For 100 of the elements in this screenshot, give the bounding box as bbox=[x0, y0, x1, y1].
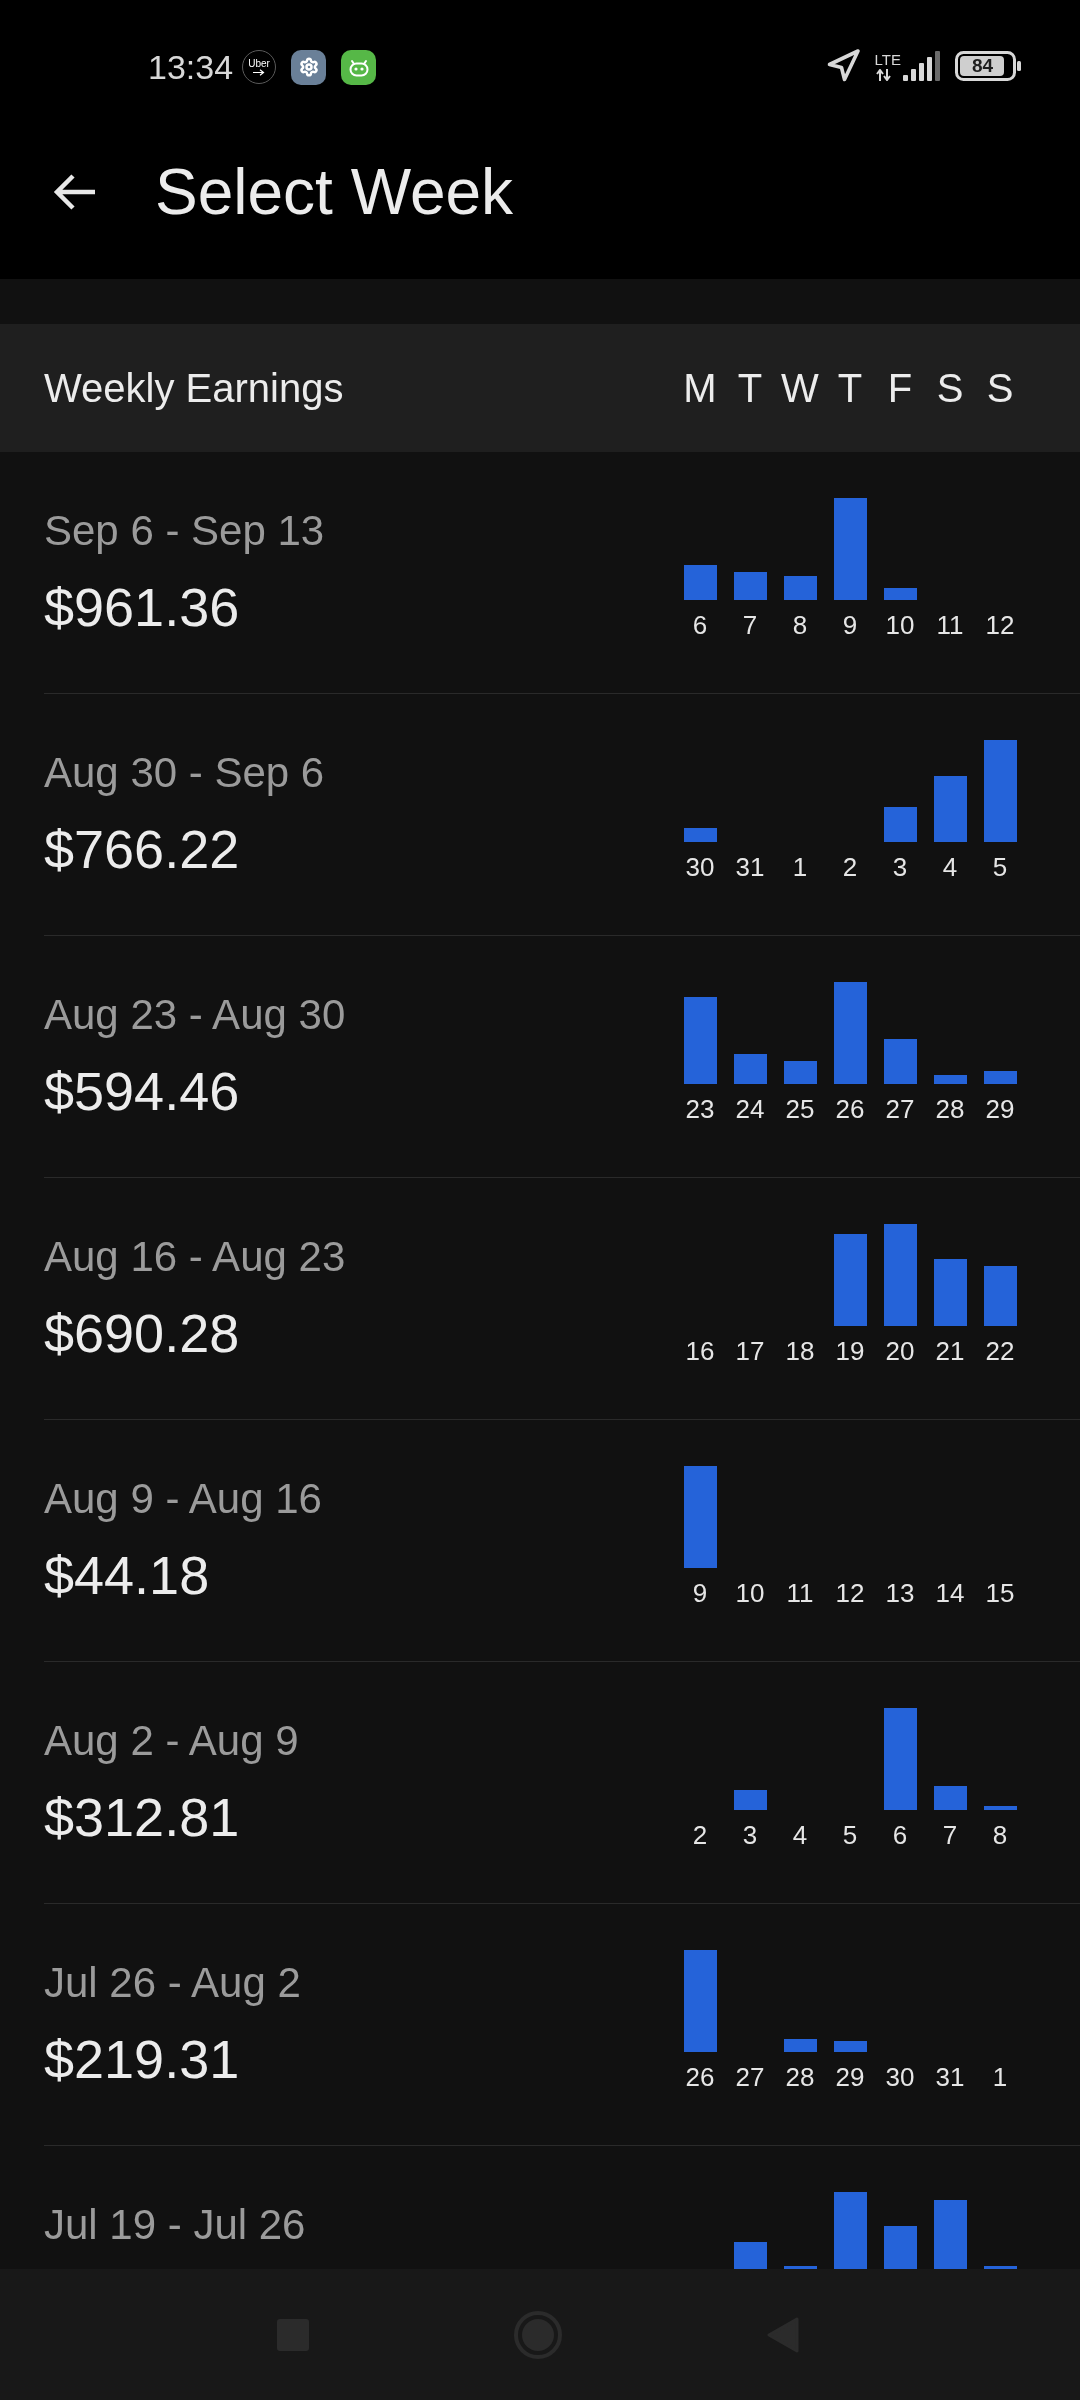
earnings-bar bbox=[683, 565, 717, 600]
earnings-bar bbox=[883, 807, 917, 842]
week-amount: $312.81 bbox=[44, 1786, 241, 1849]
weekday-label: T bbox=[836, 365, 864, 412]
day-label: 5 bbox=[991, 851, 1009, 883]
day-label: 11 bbox=[935, 609, 965, 641]
column-title: Weekly Earnings bbox=[44, 365, 344, 412]
day-label: 8 bbox=[791, 609, 809, 641]
day-label: 21 bbox=[934, 1335, 966, 1367]
app-icon-label: Uber bbox=[248, 58, 270, 69]
robot-face-icon bbox=[341, 49, 377, 85]
week-range[interactable]: Aug 30 - Sep 6 bbox=[44, 747, 325, 799]
weekday-label: T bbox=[736, 365, 764, 412]
earnings-bar bbox=[883, 1039, 917, 1084]
day-label: 22 bbox=[984, 1335, 1016, 1367]
settings-icon bbox=[291, 49, 327, 85]
earnings-bar bbox=[933, 776, 967, 842]
battery-percent: 84 bbox=[972, 55, 994, 77]
earnings-bar bbox=[683, 828, 717, 842]
week-range[interactable]: Sep 6 - Sep 13 bbox=[44, 505, 325, 557]
week-range[interactable]: Aug 23 - Aug 30 bbox=[44, 989, 346, 1041]
day-label: 23 bbox=[684, 1093, 716, 1125]
week-amount: $44.18 bbox=[44, 1544, 211, 1607]
week-range[interactable]: Aug 9 - Aug 16 bbox=[44, 1473, 322, 1525]
day-label: 24 bbox=[734, 1093, 766, 1125]
week-amount: $690.28 bbox=[44, 1302, 241, 1365]
back-arrow-icon bbox=[53, 172, 97, 211]
day-label: 4 bbox=[941, 851, 959, 883]
day-label: 7 bbox=[741, 609, 759, 641]
weekday-label: S bbox=[985, 365, 1015, 412]
week-amount: $961.36 bbox=[44, 576, 241, 639]
earnings-bar bbox=[783, 2039, 817, 2052]
day-label: 14 bbox=[934, 1577, 966, 1609]
signal-icon bbox=[903, 51, 941, 81]
day-label: 30 bbox=[884, 2061, 916, 2093]
day-label: 3 bbox=[891, 851, 909, 883]
earnings-bar bbox=[783, 576, 817, 600]
day-label: 12 bbox=[834, 1577, 866, 1609]
day-label: 6 bbox=[891, 1819, 909, 1851]
day-label: 17 bbox=[734, 1335, 766, 1367]
day-label: 9 bbox=[691, 1577, 709, 1609]
weekday-label: S bbox=[935, 365, 965, 412]
earnings-bar bbox=[883, 588, 917, 600]
earnings-bar bbox=[933, 2200, 967, 2269]
earnings-bar bbox=[983, 1266, 1017, 1326]
earnings-bar bbox=[983, 1806, 1017, 1810]
day-label: 10 bbox=[734, 1577, 766, 1609]
battery-icon bbox=[955, 51, 1022, 81]
day-label: 26 bbox=[834, 1093, 866, 1125]
day-label: 25 bbox=[784, 1093, 816, 1125]
week-range[interactable]: Jul 19 - Jul 26 bbox=[44, 2199, 306, 2251]
day-label: 27 bbox=[884, 1093, 916, 1125]
day-label: 13 bbox=[884, 1577, 916, 1609]
earnings-bar bbox=[733, 1790, 767, 1810]
day-label: 18 bbox=[784, 1335, 816, 1367]
day-label: 31 bbox=[734, 851, 766, 883]
day-label: 1 bbox=[991, 2061, 1009, 2093]
page-title: Select Week bbox=[155, 154, 514, 229]
day-label: 28 bbox=[934, 1093, 966, 1125]
status-time: 13:34 bbox=[148, 48, 234, 86]
earnings-bar bbox=[933, 1075, 967, 1084]
weekday-label: F bbox=[886, 365, 914, 412]
day-label: 10 bbox=[884, 609, 916, 641]
day-label: 31 bbox=[934, 2061, 966, 2093]
day-label: 11 bbox=[785, 1577, 815, 1609]
earnings-bar bbox=[833, 2041, 867, 2052]
day-label: 28 bbox=[784, 2061, 816, 2093]
earnings-bar bbox=[933, 1786, 967, 1810]
day-label: 9 bbox=[841, 609, 859, 641]
week-amount: $219.31 bbox=[44, 2028, 241, 2091]
day-label: 8 bbox=[991, 1819, 1009, 1851]
day-label: 15 bbox=[984, 1577, 1016, 1609]
earnings-bar bbox=[983, 1071, 1017, 1084]
day-label: 4 bbox=[791, 1819, 809, 1851]
earnings-bar bbox=[933, 1259, 967, 1326]
earnings-bar bbox=[783, 1061, 817, 1084]
arrow-icon bbox=[253, 69, 266, 76]
network-type: LTE bbox=[874, 51, 901, 67]
day-label: 27 bbox=[734, 2061, 766, 2093]
day-label: 29 bbox=[834, 2061, 866, 2093]
day-label: 2 bbox=[691, 1819, 709, 1851]
day-label: 16 bbox=[684, 1335, 716, 1367]
weekday-label: W bbox=[780, 365, 820, 412]
day-label: 12 bbox=[984, 609, 1016, 641]
week-range[interactable]: Aug 16 - Aug 23 bbox=[44, 1231, 346, 1283]
earnings-bar bbox=[733, 1054, 767, 1084]
day-label: 19 bbox=[834, 1335, 866, 1367]
day-label: 20 bbox=[884, 1335, 916, 1367]
week-range[interactable]: Jul 26 - Aug 2 bbox=[44, 1957, 301, 2009]
day-label: 6 bbox=[691, 609, 709, 641]
day-label: 30 bbox=[684, 851, 716, 883]
weekday-label: M bbox=[682, 365, 718, 412]
earnings-bar bbox=[733, 572, 767, 600]
week-range[interactable]: Aug 2 - Aug 9 bbox=[44, 1715, 299, 1767]
day-label: 1 bbox=[791, 851, 809, 883]
day-label: 29 bbox=[984, 1093, 1016, 1125]
day-label: 3 bbox=[741, 1819, 759, 1851]
week-amount: $594.46 bbox=[44, 1060, 241, 1123]
day-label: 5 bbox=[841, 1819, 859, 1851]
data-arrows-icon bbox=[874, 68, 893, 81]
